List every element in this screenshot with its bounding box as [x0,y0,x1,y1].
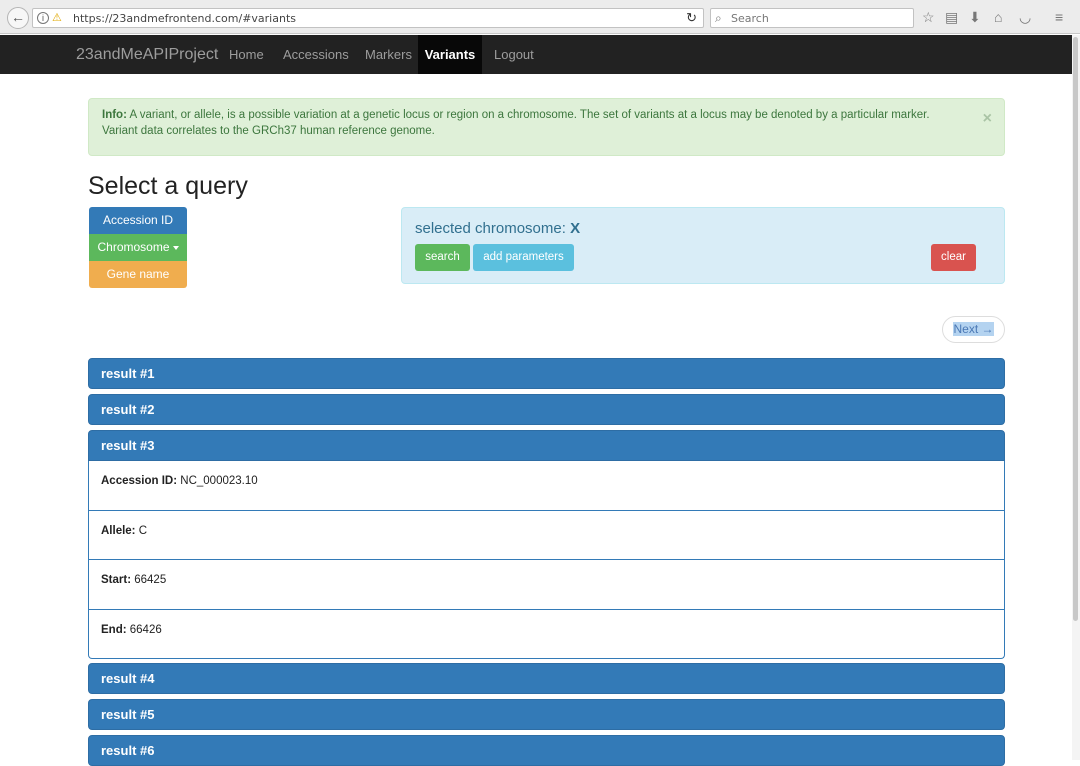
nav-variants[interactable]: Variants [418,35,482,74]
add-parameters-button[interactable]: add parameters [473,244,574,271]
nav-accessions[interactable]: Accessions [283,35,349,74]
browser-search-placeholder: Search [731,12,769,25]
search-button[interactable]: search [415,244,470,271]
clear-button[interactable]: clear [931,244,976,271]
field-label: Allele: [101,524,136,537]
nav-logout[interactable]: Logout [494,35,534,74]
page-title: Select a query [88,172,248,200]
result-header[interactable]: result #5 [88,699,1005,730]
gene-name-button[interactable]: Gene name [89,261,187,288]
menu-icon[interactable]: ≡ [1055,9,1063,25]
accession-id-label: Accession ID [102,213,174,227]
nav-home[interactable]: Home [229,35,264,74]
result-detail-panel: Accession ID: NC_000023.10 Allele: C Sta… [88,461,1005,659]
pocket-icon[interactable]: ◡ [1019,9,1031,25]
alert-label: Info: [102,109,127,121]
url-bar[interactable]: i ⚠ https://23andmefrontend.com/#variant… [32,8,704,28]
selected-chromosome: selected chromosome: X [415,220,580,237]
result-header[interactable]: result #1 [88,358,1005,389]
accession-id-button[interactable]: Accession ID [89,207,187,234]
gene-name-label: Gene name [106,267,170,281]
result-field-allele: Allele: C [89,511,1004,560]
selected-chromosome-value: X [570,220,581,237]
reload-icon[interactable]: ↻ [686,10,697,26]
field-value: 66426 [129,623,162,636]
browser-search-input[interactable]: ⌕ Search [710,8,914,28]
reading-list-icon[interactable]: ▤ [945,9,958,25]
warning-lock-icon[interactable]: ⚠ [52,11,62,24]
main-navbar: 23andMeAPIProject Home Accessions Marker… [0,35,1072,74]
result-header[interactable]: result #6 [88,735,1005,766]
browser-toolbar: ← i ⚠ https://23andmefrontend.com/#varia… [0,0,1080,34]
selection-panel: selected chromosome: X search add parame… [401,207,1005,284]
back-arrow-icon[interactable]: ← [7,7,29,29]
nav-markers[interactable]: Markers [365,35,412,74]
field-value: 66425 [134,574,167,586]
field-label: Accession ID: [101,475,178,487]
bookmark-star-icon[interactable]: ☆ [922,9,935,25]
result-header[interactable]: result #3 [88,430,1005,461]
brand-link[interactable]: 23andMeAPIProject [76,46,218,64]
alert-text: A variant, or allele, is a possible vari… [102,109,930,137]
url-text[interactable]: https://23andmefrontend.com/#variants [73,12,296,25]
field-value: C [138,524,148,537]
result-header[interactable]: result #4 [88,663,1005,694]
selected-chromosome-label: selected chromosome: [415,220,566,237]
next-page-button[interactable]: Next → [942,316,1005,343]
caret-down-icon [172,245,179,250]
result-field-start: Start: 66425 [89,560,1004,610]
page-scrollbar[interactable] [1072,35,1080,760]
search-icon: ⌕ [715,11,722,25]
result-field-accession: Accession ID: NC_000023.10 [89,461,1004,511]
info-alert: Info: A variant, or allele, is a possibl… [88,98,1005,156]
next-label: Next → [953,322,994,336]
close-icon[interactable]: × [983,111,992,127]
download-icon[interactable]: ⬇ [969,9,981,25]
info-icon[interactable]: i [37,12,49,24]
home-icon[interactable]: ⌂ [994,9,1002,25]
scroll-thumb[interactable] [1073,37,1078,621]
chromosome-dropdown-button[interactable]: Chromosome [89,234,187,261]
chromosome-label: Chromosome [97,240,170,254]
field-label: End: [101,623,127,636]
result-field-end: End: 66426 [89,610,1004,660]
field-value: NC_000023.10 [180,475,258,487]
result-header[interactable]: result #2 [88,394,1005,425]
field-label: Start: [101,574,132,586]
